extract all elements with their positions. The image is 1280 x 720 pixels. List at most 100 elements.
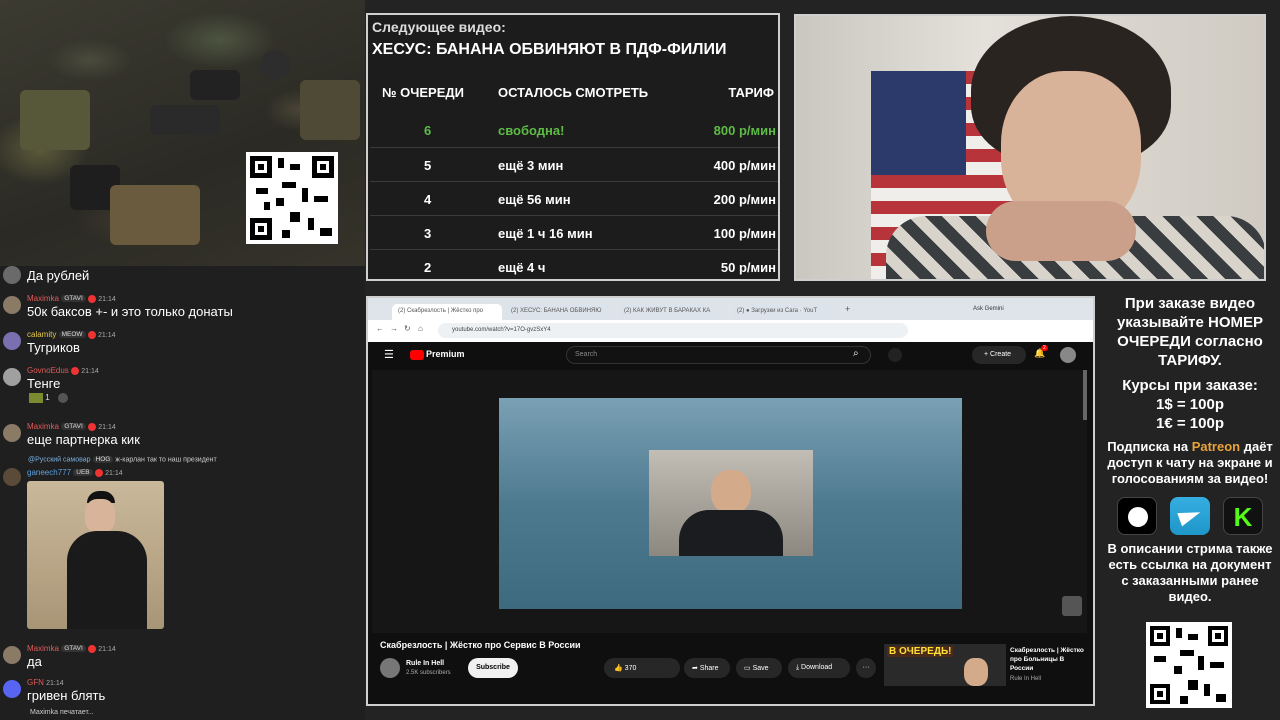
browser-tab[interactable]: (2) КАК ЖИВУТ В БАРАКАХ КА bbox=[618, 304, 728, 321]
chat-message-text: Да рублей bbox=[27, 268, 90, 283]
create-button[interactable]: + Create bbox=[972, 346, 1026, 364]
chat-username[interactable]: Maximka bbox=[27, 294, 59, 303]
attached-image[interactable] bbox=[27, 481, 164, 629]
browser-tab[interactable]: (2) ХЕСУС: БАНАНА ОБВИНЯЮ bbox=[505, 304, 615, 321]
share-label: Share bbox=[699, 665, 719, 672]
reload-icon[interactable]: ↻ bbox=[404, 324, 411, 333]
reaction-count: 1 bbox=[45, 393, 50, 403]
next-video-label: Следующее видео: bbox=[372, 19, 506, 35]
image-face-shape bbox=[85, 499, 115, 533]
queue-header: № ОЧЕРЕДИ ОСТАЛОСЬ СМОТРЕТЬ ТАРИФ bbox=[370, 85, 778, 109]
qr-code bbox=[246, 152, 338, 244]
flag-canton bbox=[871, 71, 966, 175]
description-note: В описании стрима также есть ссылка на д… bbox=[1107, 541, 1273, 604]
reply-badge: HOG bbox=[92, 456, 114, 463]
queue-row: 6 свободна! 800 р/мин bbox=[370, 113, 778, 147]
live-badge-icon bbox=[88, 422, 97, 431]
queue-row: 2 ещё 4 ч 50 р/мин bbox=[370, 249, 778, 283]
ask-gemini-button[interactable]: Ask Gemini bbox=[973, 306, 1004, 312]
channel-name[interactable]: Rule In Hell bbox=[406, 660, 444, 667]
chat-time: 21:14 bbox=[105, 470, 123, 477]
chat-username[interactable]: GovnoEdus bbox=[27, 366, 69, 375]
video-title: Скабрезлость | Жёстко про Сервис В Росси… bbox=[380, 640, 581, 650]
chat-badge: GTAVI bbox=[61, 645, 86, 653]
emote-icon bbox=[29, 393, 43, 403]
recommended-thumbnail[interactable]: В ОЧЕРЕДЬ! bbox=[884, 644, 1006, 686]
browser-tab[interactable]: (2) Скабрезлость | Жёстко про bbox=[392, 304, 502, 321]
queue-remaining: ещё 3 мин bbox=[498, 158, 564, 173]
column-header: ОСТАЛОСЬ СМОТРЕТЬ bbox=[498, 85, 649, 100]
chat-username[interactable]: GFN bbox=[27, 678, 44, 687]
notifications-count: 2 bbox=[1041, 345, 1048, 351]
chat-time: 21:14 bbox=[98, 296, 116, 303]
avatar bbox=[3, 332, 21, 350]
youtube-logo-text[interactable]: Premium bbox=[426, 349, 465, 359]
account-avatar[interactable] bbox=[1060, 347, 1076, 363]
inset-face-shape bbox=[711, 470, 751, 514]
player-thumbnail-icon[interactable] bbox=[1062, 596, 1082, 616]
search-input[interactable]: Search bbox=[566, 346, 871, 364]
mic-icon[interactable] bbox=[888, 348, 902, 362]
recommended-title[interactable]: Скабрезлость | Жёстко про Больницы В Рос… bbox=[1010, 646, 1088, 673]
queue-number: 3 bbox=[424, 226, 432, 241]
browser-tab[interactable]: (2) ● Загрузки из Сага · YouT bbox=[731, 304, 841, 321]
add-reaction-icon[interactable] bbox=[57, 393, 68, 403]
reply-user: @Русский самовар bbox=[28, 456, 91, 464]
kick-icon[interactable]: K bbox=[1223, 497, 1263, 535]
download-button[interactable]: ⤓ Download bbox=[788, 658, 850, 678]
more-actions-button[interactable]: ··· bbox=[856, 658, 876, 678]
pouch-shape bbox=[110, 185, 200, 245]
stream-chat: Да рублей Maximka GTAVI 21:14 50к баксов… bbox=[0, 266, 365, 720]
chat-username[interactable]: Maximka bbox=[27, 644, 59, 653]
reaction[interactable]: 1 bbox=[29, 393, 68, 403]
youtube-logo-icon bbox=[410, 350, 424, 360]
chat-time: 21:14 bbox=[98, 424, 116, 431]
drone-controller-shape bbox=[190, 70, 240, 100]
chat-message-text: гривен блять bbox=[27, 688, 106, 703]
patreon-icon[interactable] bbox=[1117, 497, 1157, 535]
order-instructions: При заказе видео указывайте НОМЕР ОЧЕРЕД… bbox=[1116, 295, 1264, 369]
home-icon[interactable]: ⌂ bbox=[418, 324, 423, 333]
chat-username[interactable]: calamity bbox=[27, 330, 56, 339]
chat-username[interactable]: ganeech777 bbox=[27, 468, 71, 477]
avatar bbox=[3, 296, 21, 314]
queue-row: 5 ещё 3 мин 400 р/мин bbox=[370, 147, 778, 181]
channel-avatar[interactable] bbox=[380, 658, 400, 678]
live-badge-icon bbox=[88, 644, 97, 653]
recommended-channel: Rule In Hell bbox=[1010, 676, 1042, 682]
menu-icon[interactable]: ☰ bbox=[384, 348, 394, 361]
queue-number: 5 bbox=[424, 158, 432, 173]
queue-number: 4 bbox=[424, 192, 432, 207]
next-video-title: ХЕСУС: БАНАНА ОБВИНЯЮТ В ПДФ-ФИЛИИ bbox=[372, 41, 727, 58]
chat-username[interactable]: Maximka bbox=[27, 422, 59, 431]
live-badge-icon bbox=[71, 366, 80, 375]
nav-back-icon[interactable]: ← bbox=[376, 324, 384, 333]
new-tab-button[interactable]: + bbox=[845, 304, 850, 314]
queue-remaining: ещё 4 ч bbox=[498, 260, 546, 275]
subscribe-button[interactable]: Subscribe bbox=[468, 658, 518, 678]
save-button[interactable]: ▭ Save bbox=[736, 658, 782, 678]
like-button[interactable]: 👍 370 bbox=[604, 658, 680, 678]
chat-message-text: Тугриков bbox=[27, 340, 80, 355]
hands-shape bbox=[986, 201, 1136, 261]
live-badge-icon bbox=[87, 330, 96, 339]
info-panel: При заказе видео указывайте НОМЕР ОЧЕРЕД… bbox=[1100, 292, 1280, 708]
scope-shape bbox=[260, 50, 290, 80]
webcam-feed bbox=[794, 14, 1266, 281]
chat-message-text: еще партнерка кик bbox=[27, 432, 140, 447]
video-player[interactable] bbox=[372, 370, 1087, 633]
share-button[interactable]: ➦ Share bbox=[684, 658, 730, 678]
column-header: ТАРИФ bbox=[728, 85, 774, 100]
telegram-icon[interactable] bbox=[1170, 497, 1210, 535]
live-badge-icon bbox=[94, 468, 103, 477]
scrollbar[interactable] bbox=[1083, 370, 1087, 420]
patreon-link[interactable]: Patreon bbox=[1192, 439, 1240, 454]
search-icon[interactable]: ⌕ bbox=[853, 348, 859, 359]
save-label: Save bbox=[752, 665, 769, 672]
url-field[interactable]: youtube.com/watch?v=17O-gvzSxY4 bbox=[438, 323, 908, 338]
reply-preview[interactable]: @Русский самовар HOG ж-карлан так то наш… bbox=[28, 456, 217, 463]
avatar bbox=[3, 266, 21, 284]
reco-face-shape bbox=[964, 658, 988, 686]
avatar bbox=[3, 424, 21, 442]
nav-forward-icon[interactable]: → bbox=[390, 324, 398, 333]
